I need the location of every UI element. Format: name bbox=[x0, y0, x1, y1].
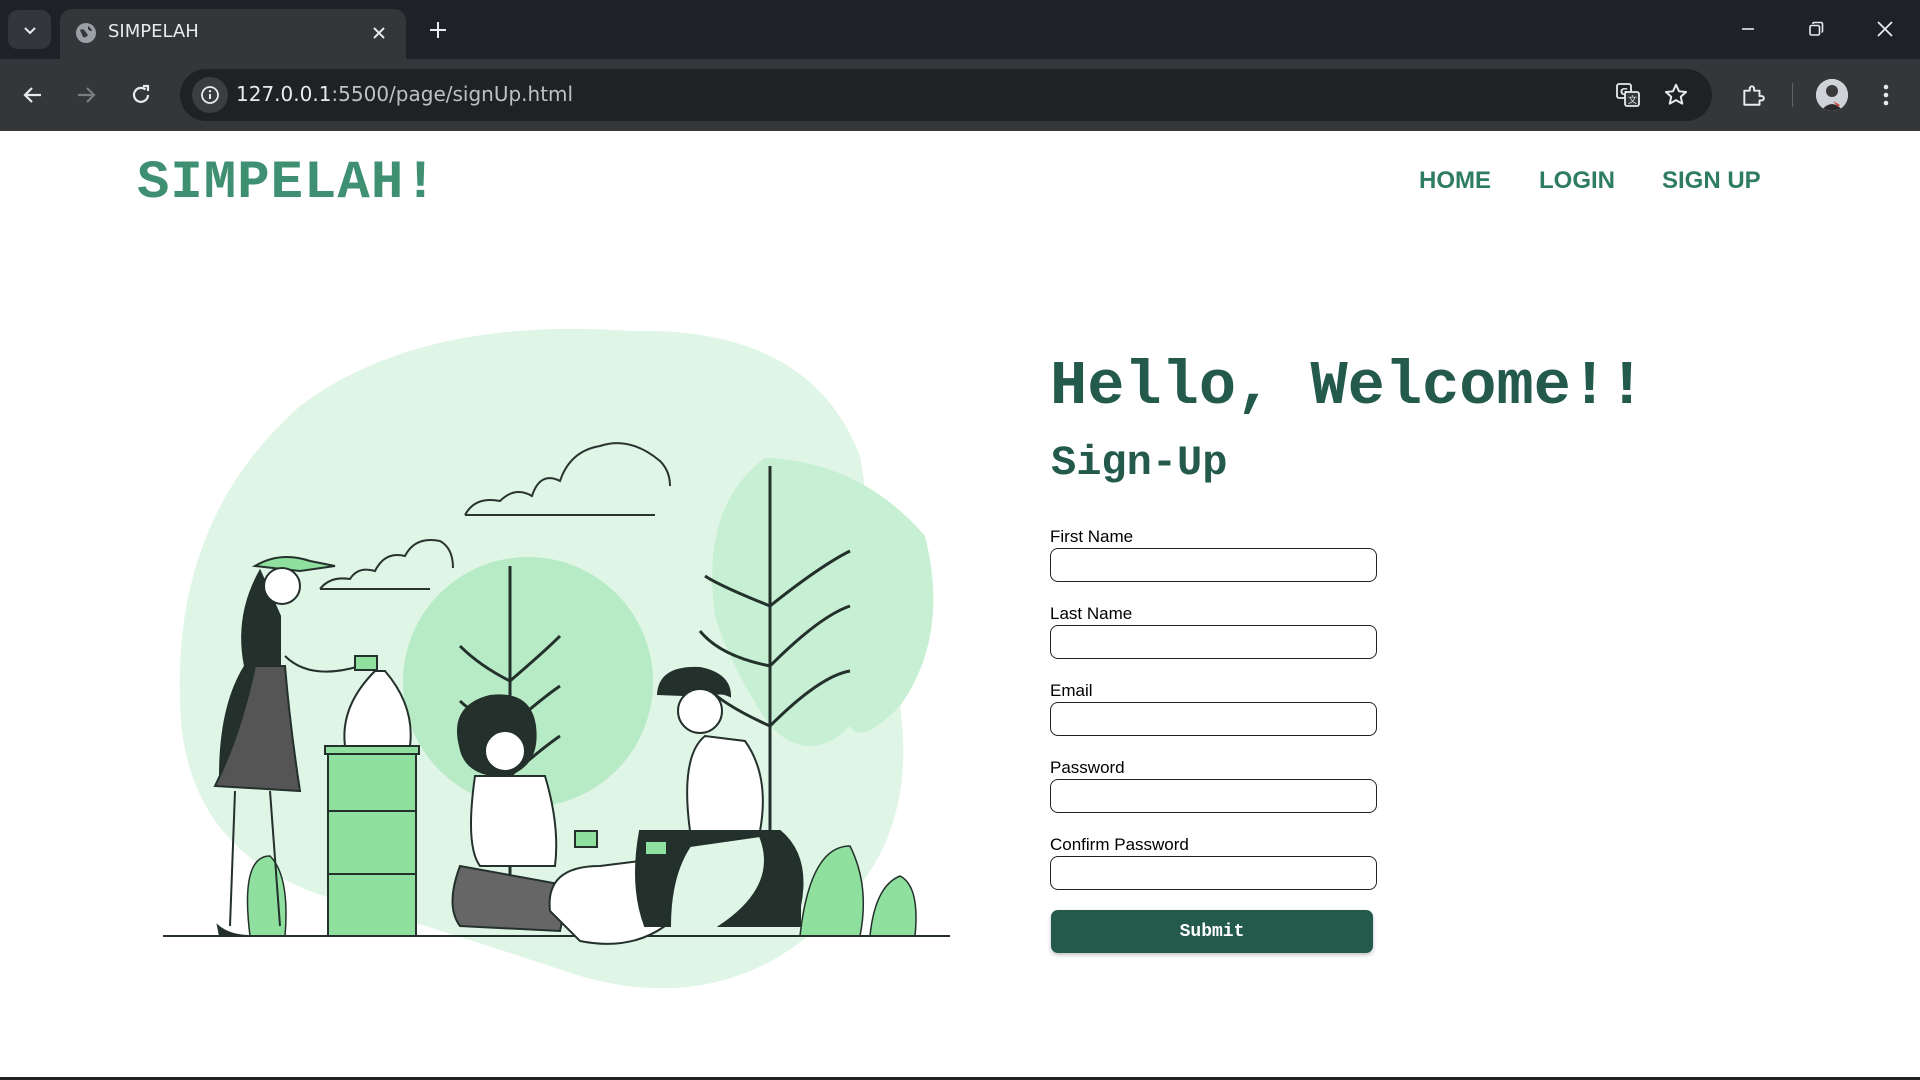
first-name-label: First Name bbox=[1050, 527, 1134, 546]
forward-icon bbox=[78, 87, 96, 103]
profile-avatar[interactable] bbox=[1816, 79, 1848, 111]
tab-close-button[interactable] bbox=[366, 20, 392, 46]
url-host: 127.0.0.1 bbox=[236, 82, 332, 106]
forward-button[interactable] bbox=[66, 75, 106, 115]
svg-text:文: 文 bbox=[1628, 94, 1637, 106]
email-label: Email bbox=[1050, 681, 1093, 700]
browser-tab[interactable]: SIMPELAH bbox=[60, 9, 406, 59]
bush bbox=[869, 875, 917, 937]
globe-icon bbox=[76, 23, 96, 43]
browser-toolbar: 127.0.0.1:5500/page/signUp.html G文 bbox=[0, 59, 1920, 131]
signup-form: First Name Last Name Email Password Conf… bbox=[1050, 527, 1380, 912]
cleanup-illustration bbox=[163, 328, 950, 989]
menu-button[interactable] bbox=[1866, 75, 1906, 115]
nav-home[interactable]: HOME bbox=[1419, 167, 1491, 195]
reload-icon bbox=[132, 84, 150, 103]
welcome-heading: Hello, Welcome!! bbox=[1050, 351, 1646, 422]
translate-icon: G文 bbox=[1616, 83, 1640, 107]
signup-heading: Sign-Up bbox=[1051, 439, 1228, 487]
avatar-icon bbox=[1816, 79, 1848, 111]
close-icon bbox=[1877, 21, 1893, 37]
address-bar[interactable]: 127.0.0.1:5500/page/signUp.html G文 bbox=[180, 69, 1712, 121]
more-icon bbox=[1883, 84, 1889, 106]
extensions-icon bbox=[1743, 85, 1765, 106]
translate-button[interactable]: G文 bbox=[1612, 79, 1644, 111]
nav-login[interactable]: LOGIN bbox=[1539, 167, 1615, 195]
page-viewport: SIMPELAH! HOME LOGIN SIGN UP Hello, Welc… bbox=[0, 131, 1920, 1080]
reload-button[interactable] bbox=[121, 75, 161, 115]
last-name-input[interactable] bbox=[1050, 625, 1377, 659]
password-input[interactable] bbox=[1050, 779, 1377, 813]
back-icon bbox=[23, 87, 41, 103]
last-name-label: Last Name bbox=[1050, 604, 1133, 623]
minimize-button[interactable] bbox=[1724, 10, 1772, 48]
back-button[interactable] bbox=[13, 75, 53, 115]
info-icon bbox=[201, 86, 219, 104]
tab-list-icon bbox=[23, 26, 36, 34]
star-icon bbox=[1664, 83, 1688, 105]
first-name-input[interactable] bbox=[1050, 548, 1377, 582]
close-icon bbox=[373, 27, 385, 39]
submit-button[interactable]: Submit bbox=[1051, 910, 1373, 953]
restore-button[interactable] bbox=[1792, 10, 1840, 48]
url-path: :5500/page/signUp.html bbox=[331, 82, 574, 106]
tab-list-button[interactable] bbox=[8, 10, 51, 49]
nav-signup[interactable]: SIGN UP bbox=[1662, 167, 1761, 195]
site-info-button[interactable] bbox=[192, 77, 228, 113]
tab-title: SIMPELAH bbox=[108, 21, 199, 42]
new-tab-button[interactable] bbox=[422, 14, 454, 46]
close-window-button[interactable] bbox=[1861, 10, 1909, 48]
site-logo[interactable]: SIMPELAH! bbox=[137, 153, 438, 214]
toolbar-separator bbox=[1792, 83, 1793, 107]
plus-icon bbox=[430, 22, 446, 38]
extensions-button[interactable] bbox=[1733, 75, 1773, 115]
url-text[interactable]: 127.0.0.1:5500/page/signUp.html bbox=[236, 82, 573, 106]
restore-icon bbox=[1809, 21, 1824, 36]
confirm-password-label: Confirm Password bbox=[1050, 835, 1189, 854]
email-input[interactable] bbox=[1050, 702, 1377, 736]
tree-foliage bbox=[403, 557, 653, 807]
minimize-icon bbox=[1742, 28, 1754, 30]
trash-barrel bbox=[324, 745, 420, 937]
bookmark-button[interactable] bbox=[1660, 79, 1692, 111]
confirm-password-input[interactable] bbox=[1050, 856, 1377, 890]
password-label: Password bbox=[1050, 758, 1125, 777]
browser-tab-bar: SIMPELAH bbox=[0, 0, 1920, 59]
